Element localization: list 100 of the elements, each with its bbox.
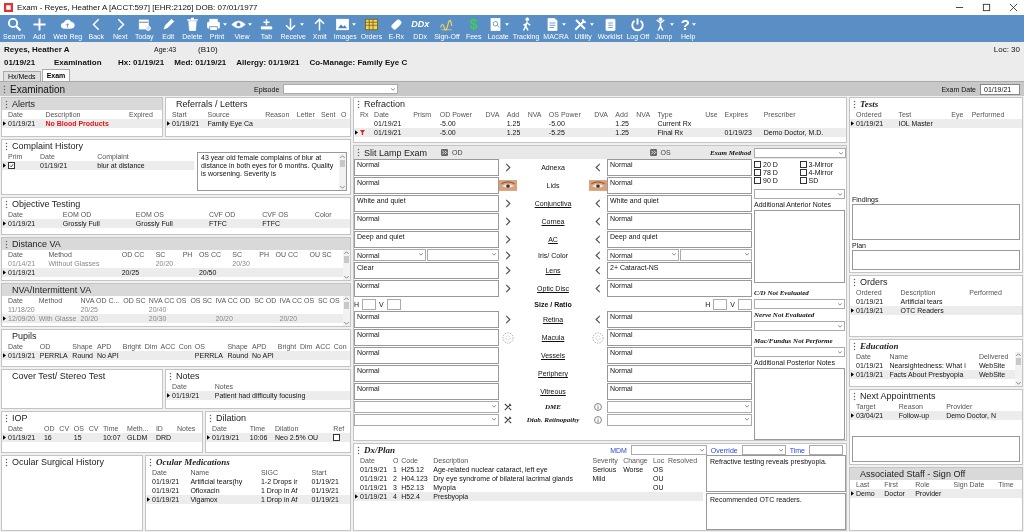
dropdown[interactable] bbox=[754, 320, 845, 331]
scroll-thumb[interactable] bbox=[1016, 358, 1021, 365]
chevron-right-icon[interactable] bbox=[505, 163, 511, 172]
caret-icon[interactable] bbox=[492, 405, 496, 408]
caret-icon[interactable] bbox=[699, 449, 704, 452]
printer-icon bbox=[206, 17, 222, 32]
caret-icon[interactable] bbox=[778, 449, 783, 452]
row-pointer-icon bbox=[851, 413, 854, 418]
dropdown[interactable] bbox=[607, 401, 752, 413]
grid-icon bbox=[363, 17, 379, 32]
chevron-left-icon[interactable] bbox=[595, 315, 601, 324]
text-area[interactable] bbox=[754, 367, 845, 440]
checkbox[interactable] bbox=[333, 434, 341, 442]
scroll-up-icon[interactable] bbox=[344, 251, 349, 254]
caret-icon[interactable] bbox=[419, 253, 423, 256]
scrollbar[interactable] bbox=[343, 250, 350, 280]
input-field[interactable] bbox=[386, 298, 401, 310]
plus-icon bbox=[31, 17, 47, 32]
text-area[interactable] bbox=[852, 250, 1020, 270]
dashed-circle-icon[interactable] bbox=[592, 331, 604, 344]
panel-title: Complaint History bbox=[12, 141, 84, 151]
scroll-thumb[interactable] bbox=[340, 160, 345, 167]
scroll-thumb[interactable] bbox=[344, 302, 349, 309]
checkbox[interactable] bbox=[754, 161, 761, 168]
caret-icon[interactable] bbox=[839, 151, 843, 155]
dashed-circle-icon[interactable] bbox=[502, 331, 514, 344]
scroll-up-icon[interactable] bbox=[344, 297, 349, 300]
scroll-down-icon[interactable] bbox=[344, 276, 349, 279]
row-pointer-icon bbox=[167, 121, 170, 126]
caret-icon[interactable] bbox=[838, 324, 842, 328]
caret-icon[interactable] bbox=[299, 23, 304, 26]
checkbox[interactable] bbox=[799, 177, 807, 184]
caret-icon[interactable] bbox=[838, 193, 842, 196]
caret-icon[interactable] bbox=[838, 302, 842, 306]
scrollbar[interactable] bbox=[339, 154, 346, 190]
row-pointer-icon bbox=[851, 491, 854, 496]
panel-title: Refraction bbox=[364, 99, 406, 109]
scroll-up-icon[interactable] bbox=[340, 155, 345, 158]
caret-icon[interactable] bbox=[492, 253, 496, 256]
scrollbar[interactable] bbox=[1015, 352, 1022, 386]
dropdown[interactable] bbox=[354, 414, 499, 426]
dropdown[interactable] bbox=[607, 414, 752, 426]
caret-icon[interactable] bbox=[745, 418, 749, 421]
checkbox[interactable] bbox=[799, 169, 807, 176]
caret-icon[interactable] bbox=[745, 405, 749, 408]
row-pointer-icon bbox=[147, 497, 150, 502]
scrollbar[interactable] bbox=[343, 296, 350, 326]
scroll-down-icon[interactable] bbox=[340, 186, 345, 189]
dropdown[interactable] bbox=[354, 401, 499, 413]
dropdown[interactable] bbox=[283, 84, 399, 94]
row-pointer-icon bbox=[3, 353, 6, 358]
caret-icon[interactable] bbox=[691, 23, 696, 26]
caret-icon[interactable] bbox=[745, 253, 749, 256]
dropdown[interactable] bbox=[754, 189, 845, 199]
input-field[interactable] bbox=[738, 298, 752, 310]
tab-icon bbox=[259, 17, 274, 32]
input-field[interactable] bbox=[362, 298, 377, 310]
caret-icon[interactable] bbox=[504, 23, 509, 26]
close-icon[interactable] bbox=[1009, 3, 1018, 12]
caret-icon[interactable] bbox=[562, 23, 567, 26]
trash-icon bbox=[184, 17, 200, 32]
ddx-icon: DDx bbox=[411, 17, 430, 32]
checkbox[interactable] bbox=[799, 161, 807, 168]
text-area[interactable] bbox=[754, 210, 845, 283]
input-field[interactable] bbox=[713, 298, 728, 310]
maximize-icon[interactable] bbox=[982, 3, 991, 12]
caret-icon[interactable] bbox=[391, 88, 396, 91]
caret-icon[interactable] bbox=[223, 23, 228, 26]
caret-icon[interactable] bbox=[672, 253, 676, 256]
dropdown[interactable] bbox=[680, 249, 752, 261]
checkbox[interactable] bbox=[754, 177, 761, 184]
scroll-down-icon[interactable] bbox=[344, 322, 349, 325]
caret-icon[interactable] bbox=[838, 350, 842, 354]
checkbox[interactable] bbox=[754, 169, 761, 176]
patient-room: (B10) bbox=[198, 45, 218, 54]
caret-icon[interactable] bbox=[492, 418, 496, 421]
dropdown[interactable] bbox=[754, 298, 845, 309]
caret-icon[interactable] bbox=[351, 23, 356, 26]
fast-forward-icon[interactable] bbox=[441, 149, 449, 156]
info-icon[interactable] bbox=[594, 403, 602, 411]
text-area[interactable] bbox=[852, 204, 1020, 240]
fast-forward-icon[interactable] bbox=[649, 149, 657, 156]
scroll-down-icon[interactable] bbox=[1016, 382, 1021, 385]
caret-icon[interactable] bbox=[589, 23, 594, 26]
chevron-right-icon[interactable] bbox=[505, 315, 511, 324]
info-icon[interactable] bbox=[594, 416, 602, 424]
dropdown[interactable] bbox=[630, 445, 707, 455]
caret-icon[interactable] bbox=[248, 23, 253, 26]
scroll-thumb[interactable] bbox=[344, 256, 349, 263]
tools-icon[interactable] bbox=[504, 403, 512, 411]
tools-icon[interactable] bbox=[504, 416, 512, 424]
text-area[interactable] bbox=[852, 436, 1020, 462]
caret-icon[interactable] bbox=[670, 23, 675, 26]
dropdown[interactable] bbox=[427, 249, 499, 261]
input-field[interactable] bbox=[809, 445, 843, 455]
dropdown[interactable] bbox=[741, 445, 786, 455]
checkbox[interactable] bbox=[8, 162, 15, 170]
scroll-up-icon[interactable] bbox=[1016, 353, 1021, 356]
chevron-left-icon[interactable] bbox=[595, 163, 601, 172]
dropdown[interactable] bbox=[754, 346, 845, 357]
